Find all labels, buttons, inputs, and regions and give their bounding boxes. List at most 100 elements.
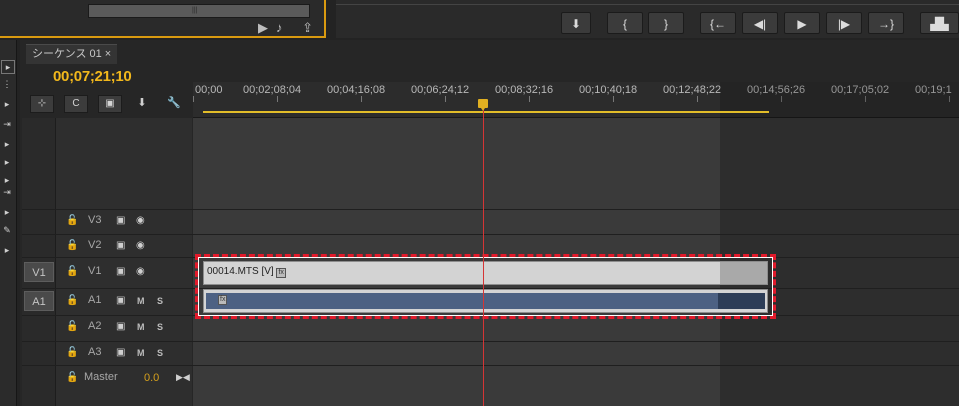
master-end-icon[interactable]: ▶◀	[176, 372, 190, 383]
selection-marquee	[195, 254, 776, 319]
linked-selection-button[interactable]: C	[64, 95, 88, 113]
solo-button[interactable]: S	[157, 322, 163, 332]
track-name-a1[interactable]: A1	[88, 294, 101, 306]
linked-selection-icon: C	[72, 98, 80, 109]
ruler-tick-label: 00;00	[195, 84, 223, 96]
add-marker-icon: ⬇	[570, 17, 582, 31]
tools-panel: ▸ ⋮ ▸ ⇥ ▸ ▸ ▸ ⇥ ▸ ✎ ▸	[0, 40, 17, 406]
wrench-icon[interactable]: 🔧	[166, 95, 182, 111]
insert-audio-icon[interactable]: ▶♪	[258, 20, 291, 36]
hand-tool-icon[interactable]: ✎	[1, 224, 13, 236]
master-volume-value[interactable]: 0.0	[144, 372, 159, 384]
ruler-tick-label: 00;10;40;18	[579, 84, 638, 96]
selection-tool-icon[interactable]: ▸	[1, 60, 15, 74]
mark-out-icon: }	[663, 17, 668, 31]
eye-icon[interactable]: ◉	[136, 266, 145, 277]
step-forward-icon: |▶	[837, 17, 851, 31]
eye-icon[interactable]: ◉	[136, 240, 145, 251]
go-to-in-icon: {←	[709, 17, 726, 31]
playhead-handle[interactable]	[478, 99, 488, 111]
track-name-master[interactable]: Master	[84, 371, 118, 383]
playhead-line[interactable]	[483, 106, 484, 406]
slip-tool-icon[interactable]: ▸	[1, 174, 13, 186]
mark-out-button[interactable]: }	[648, 12, 684, 34]
lock-icon[interactable]: 🔓	[66, 372, 78, 383]
step-back-icon: ◀|	[753, 17, 767, 31]
solo-button[interactable]: S	[157, 348, 163, 358]
solo-button[interactable]: S	[157, 296, 163, 306]
film-icon[interactable]: ▣	[116, 240, 125, 251]
lock-icon[interactable]: 🔓	[66, 321, 78, 332]
go-to-out-icon: →}	[877, 17, 894, 31]
button-editor-button[interactable]: ▟▙	[920, 12, 959, 34]
track-name-v3[interactable]: V3	[88, 214, 101, 226]
rolling-edit-tool-icon[interactable]: ⇥	[1, 118, 13, 130]
ruler-tick	[445, 96, 446, 102]
program-monitor-panel: ⬇ { } {← ◀| ▶ |▶ →} ▟▙	[336, 0, 959, 38]
ruler-tick-label: 00;02;08;04	[243, 84, 302, 96]
tab-sequence[interactable]: シーケンス 01 ×	[26, 44, 118, 64]
ruler-tick-label: 00;12;48;22	[663, 84, 722, 96]
lock-icon[interactable]: 🔓	[66, 266, 78, 277]
add-marker-icon: ▣	[105, 98, 115, 109]
track-name-a3[interactable]: A3	[88, 346, 101, 358]
eye-icon[interactable]: ◉	[136, 215, 145, 226]
film-icon[interactable]: ▣	[116, 295, 125, 306]
snap-icon: ⊹	[37, 98, 47, 109]
source-patch-a1[interactable]: A1	[24, 291, 54, 311]
snap-button[interactable]: ⊹	[30, 95, 54, 113]
lock-icon[interactable]: 🔓	[66, 347, 78, 358]
mark-in-icon: {	[622, 17, 627, 31]
ruler-tick	[613, 96, 614, 102]
lock-icon[interactable]: 🔓	[66, 295, 78, 306]
lock-icon[interactable]: 🔓	[66, 215, 78, 226]
marker-icon[interactable]: ⬇	[134, 95, 150, 111]
scrollbar-grip-icon[interactable]: |||	[192, 7, 197, 14]
film-icon[interactable]: ▣	[116, 215, 125, 226]
ruler-tick	[193, 96, 194, 102]
film-icon[interactable]: ▣	[116, 321, 125, 332]
track-name-v2[interactable]: V2	[88, 239, 101, 251]
track-select-tool-icon[interactable]: ⋮	[1, 78, 13, 90]
ruler-tick	[529, 96, 530, 102]
track-row-a3: 🔓 A3 ▣ M S	[22, 341, 959, 364]
film-icon[interactable]: ▣	[116, 347, 125, 358]
step-back-button[interactable]: ◀|	[742, 12, 778, 34]
step-forward-button[interactable]: |▶	[826, 12, 862, 34]
rate-stretch-tool-icon[interactable]: ▸	[1, 138, 13, 150]
ruler-tick	[277, 96, 278, 102]
source-patch-v1[interactable]: V1	[24, 262, 54, 282]
add-marker-button[interactable]: ⬇	[561, 12, 591, 34]
mute-button[interactable]: M	[137, 322, 145, 332]
ruler-tick	[697, 96, 698, 102]
monitor-zoom-scrollbar[interactable]: |||	[88, 4, 310, 18]
ripple-edit-tool-icon[interactable]: ▸	[1, 98, 13, 110]
export-frame-icon[interactable]: ⇪	[302, 20, 321, 36]
go-to-out-button[interactable]: →}	[868, 12, 904, 34]
mark-in-button[interactable]: {	[607, 12, 643, 34]
ruler-tick-label: 00;08;32;16	[495, 84, 554, 96]
pen-tool-icon[interactable]: ▸	[1, 206, 13, 218]
track-name-a2[interactable]: A2	[88, 320, 101, 332]
source-monitor-actions: ▶♪ ⇪	[258, 20, 321, 36]
ruler-tick-label: 00;06;24;12	[411, 84, 470, 96]
film-icon[interactable]: ▣	[116, 266, 125, 277]
slide-tool-icon[interactable]: ⇥	[1, 186, 13, 198]
lock-icon[interactable]: 🔓	[66, 240, 78, 251]
track-row-master: 🔓 Master 0.0 ▶◀	[22, 365, 959, 390]
track-name-v1[interactable]: V1	[88, 265, 101, 277]
mute-button[interactable]: M	[137, 348, 145, 358]
track-row-v3: 🔓 V3 ▣ ◉	[22, 209, 959, 232]
work-area-bar[interactable]	[203, 111, 769, 113]
play-button[interactable]: ▶	[784, 12, 820, 34]
razor-tool-icon[interactable]: ▸	[1, 156, 13, 168]
add-marker-button[interactable]: ▣	[98, 95, 122, 113]
ruler-tick	[361, 96, 362, 102]
playhead-timecode[interactable]: 00;07;21;10	[53, 68, 132, 85]
mute-button[interactable]: M	[137, 296, 145, 306]
go-to-in-button[interactable]: {←	[700, 12, 736, 34]
zoom-tool-icon[interactable]: ▸	[1, 244, 13, 256]
play-icon: ▶	[797, 17, 807, 31]
panel-divider	[336, 4, 959, 5]
ruler-tick-label: 00;04;16;08	[327, 84, 386, 96]
